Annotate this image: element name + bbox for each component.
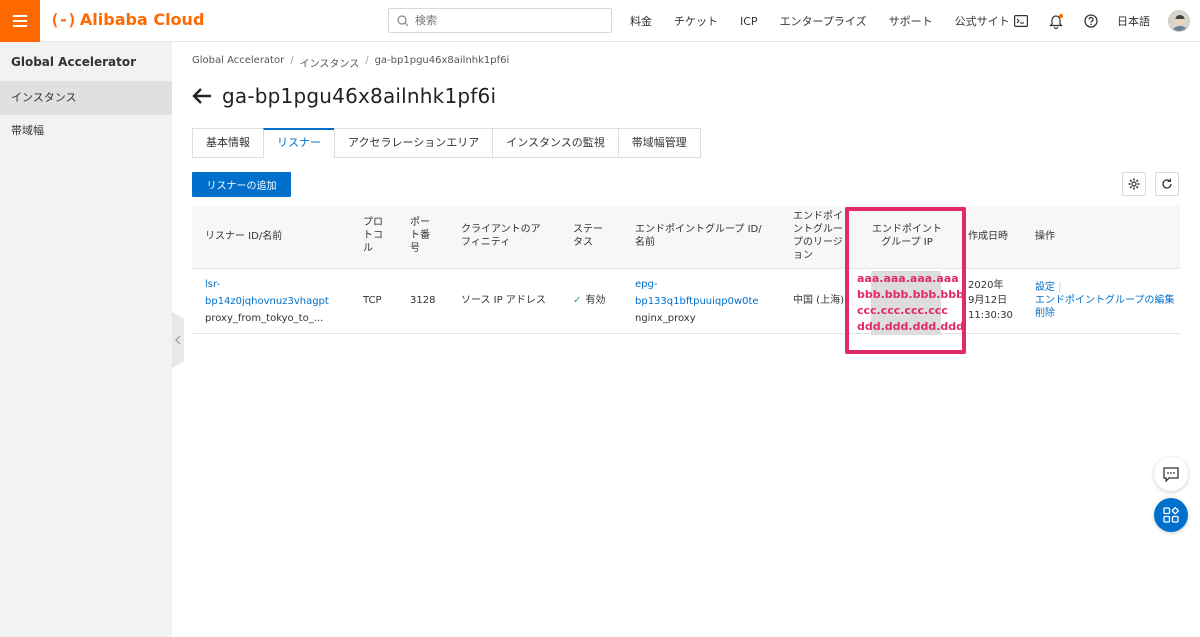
header-affinity: クライアントのア フィニティ [461,224,541,248]
apps-button[interactable] [1154,498,1188,532]
region-cell: 中国 (上海) [793,295,844,306]
back-arrow-icon[interactable] [192,88,212,104]
nav-support[interactable]: サポート [889,13,933,29]
annotation-highlight-box [845,207,966,354]
header-actions: 操作 [1035,231,1055,242]
add-listener-button[interactable]: リスナーの追加 [192,172,291,197]
endpoint-group-cell: epg- bp133q1bftpuuiqp0w0te nginx_proxy [635,276,759,327]
action-settings-link[interactable]: 設定 [1035,282,1055,293]
search-input[interactable] [415,14,595,27]
breadcrumb-global-accelerator[interactable]: Global Accelerator [192,55,284,70]
nav-tickets[interactable]: チケット [674,13,718,29]
endpoint-group-id-link[interactable]: epg- bp133q1bftpuuiqp0w0te [635,276,759,310]
language-switch[interactable]: 日本語 [1117,13,1150,29]
created-cell: 2020年 9月12日 11:30:30 [968,278,1013,323]
endpoint-group-id-line1: epg- [635,279,658,290]
header-port: ポー ト番 号 [410,217,430,254]
search-box[interactable] [388,8,612,33]
top-nav: 料金 チケット ICP エンタープライズ サポート 公式サイト [630,0,1032,42]
header-status: ステー タス [573,224,603,248]
protocol-cell: TCP [363,295,382,306]
breadcrumb: Global Accelerator / インスタンス / ga-bp1pgu4… [192,55,509,70]
breadcrumb-separator: / [365,55,369,66]
listener-cell: lsr- bp14z0jqhovnuz3vhagpt proxy_from_to… [205,276,329,327]
nav-pricing[interactable]: 料金 [630,13,652,29]
hamburger-icon [13,15,27,27]
tab-bar: 基本情報 リスナー アクセラレーションエリア インスタンスの監視 帯域幅管理 [192,128,701,158]
sidebar-collapse-handle[interactable] [172,312,184,368]
created-date-day: 9月12日 [968,295,1008,306]
sidebar-item-instances[interactable]: インスタンス [0,81,172,115]
status-cell: ✓ 有効 [573,292,605,309]
nav-enterprise[interactable]: エンタープライズ [780,13,867,29]
check-icon: ✓ [573,295,582,306]
header-created: 作成日時 [968,231,1008,242]
action-delete-link[interactable]: 削除 [1035,307,1174,320]
bell-icon[interactable] [1047,12,1065,30]
brand-name: Alibaba Cloud [79,10,205,29]
gear-icon [1128,178,1140,190]
search-icon [397,14,409,26]
terminal-icon[interactable] [1012,12,1030,30]
actions-cell: 設定 | エンドポイントグループの編集 削除 [1035,282,1175,320]
chat-button[interactable] [1154,457,1188,491]
nav-official-site[interactable]: 公式サイト [955,13,1010,29]
help-icon[interactable] [1082,12,1100,30]
header-region: エンドポイ ントグルー プのリージ ョン [793,211,843,261]
listener-id-line1: lsr- [205,279,221,290]
alibaba-cloud-logo[interactable]: (-) Alibaba Cloud [50,10,204,29]
header-endpoint-group: エンドポイントグループ ID/ 名前 [635,224,762,248]
action-edit-endpoint-group-link[interactable]: エンドポイントグループの編集 [1035,294,1174,307]
breadcrumb-separator: / [290,55,294,66]
refresh-button[interactable] [1155,172,1179,196]
chat-icon [1163,466,1179,482]
page-title: ga-bp1pgu46x8ailnhk1pf6i [222,84,497,108]
breadcrumb-current: ga-bp1pgu46x8ailnhk1pf6i [374,55,510,66]
logo-mark: (-) [50,10,77,29]
table-header: リスナー ID/名前 プロ トコ ル ポー ト番 号 クライアントのア フィニテ… [192,206,1180,269]
apps-grid-icon [1163,507,1179,523]
header-protocol: プロ トコ ル [363,217,383,254]
sidebar-title: Global Accelerator [11,55,137,69]
top-icons: 日本語 [1012,0,1200,42]
listener-name: proxy_from_tokyo_to_... [205,313,324,324]
endpoint-group-id-line2: bp133q1bftpuuiqp0w0te [635,296,759,307]
sidebar: Global Accelerator インスタンス 帯域幅 [0,42,172,637]
chevron-left-icon [175,335,181,345]
tab-basic-info[interactable]: 基本情報 [192,128,264,158]
status-text: 有効 [585,295,606,306]
refresh-icon [1162,178,1172,189]
tab-bandwidth-management[interactable]: 帯域幅管理 [617,128,701,158]
top-bar: (-) Alibaba Cloud 料金 チケット ICP エンタープライズ サ… [0,0,1200,42]
header-listener: リスナー ID/名前 [205,231,283,242]
affinity-cell: ソース IP アドレス [461,295,546,306]
breadcrumb-instances[interactable]: インスタンス [300,55,360,70]
tab-instance-monitoring[interactable]: インスタンスの監視 [492,128,619,158]
hamburger-menu-button[interactable] [0,0,40,42]
created-date-year: 2020年 [968,280,1004,291]
tab-listeners[interactable]: リスナー [263,128,335,158]
listener-id-link[interactable]: lsr- bp14z0jqhovnuz3vhagpt [205,276,329,310]
table-row: lsr- bp14z0jqhovnuz3vhagpt proxy_from_to… [192,269,1180,334]
page-header: ga-bp1pgu46x8ailnhk1pf6i [192,84,496,108]
port-cell: 3128 [410,295,436,306]
listener-id-line2: bp14z0jqhovnuz3vhagpt [205,296,329,307]
created-time: 11:30:30 [968,310,1013,321]
user-avatar[interactable] [1168,10,1190,32]
settings-button[interactable] [1122,172,1146,196]
nav-icp[interactable]: ICP [740,15,758,28]
endpoint-group-name: nginx_proxy [635,313,696,324]
tab-acceleration-areas[interactable]: アクセラレーションエリア [334,128,494,158]
sidebar-item-bandwidth[interactable]: 帯域幅 [0,114,172,148]
